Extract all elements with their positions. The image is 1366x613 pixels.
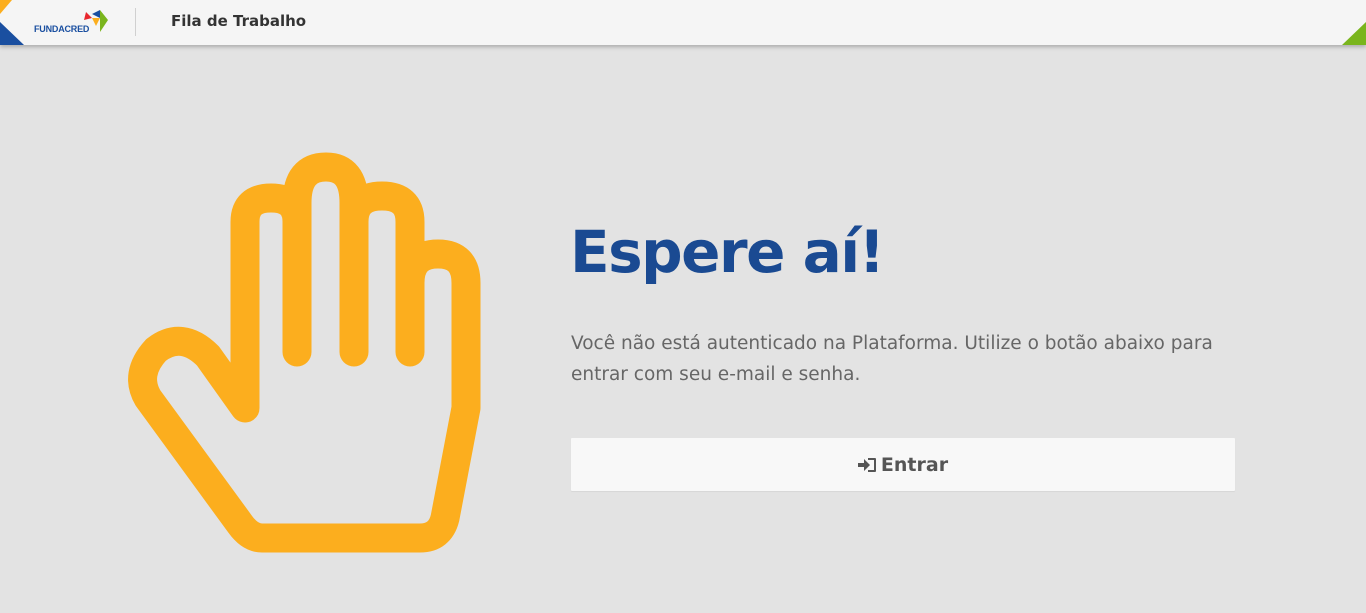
auth-message: Você não está autenticado na Plataforma.… xyxy=(571,333,1213,385)
corner-accent-right xyxy=(1342,22,1366,45)
heading: Espere aí! xyxy=(570,218,885,286)
corner-accent-left xyxy=(0,0,24,45)
page-title: Fila de Trabalho xyxy=(171,12,307,30)
header-divider xyxy=(135,8,136,36)
login-button[interactable]: Entrar xyxy=(571,438,1235,491)
sign-in-icon xyxy=(857,457,876,472)
fundacred-logo[interactable]: FUNDACRED xyxy=(34,10,108,36)
raised-hand-icon xyxy=(128,152,481,553)
login-button-label: Entrar xyxy=(880,453,949,476)
logo-text: FUNDACRED xyxy=(34,24,90,34)
top-bar: FUNDACRED Fila de Trabalho xyxy=(0,0,1366,45)
